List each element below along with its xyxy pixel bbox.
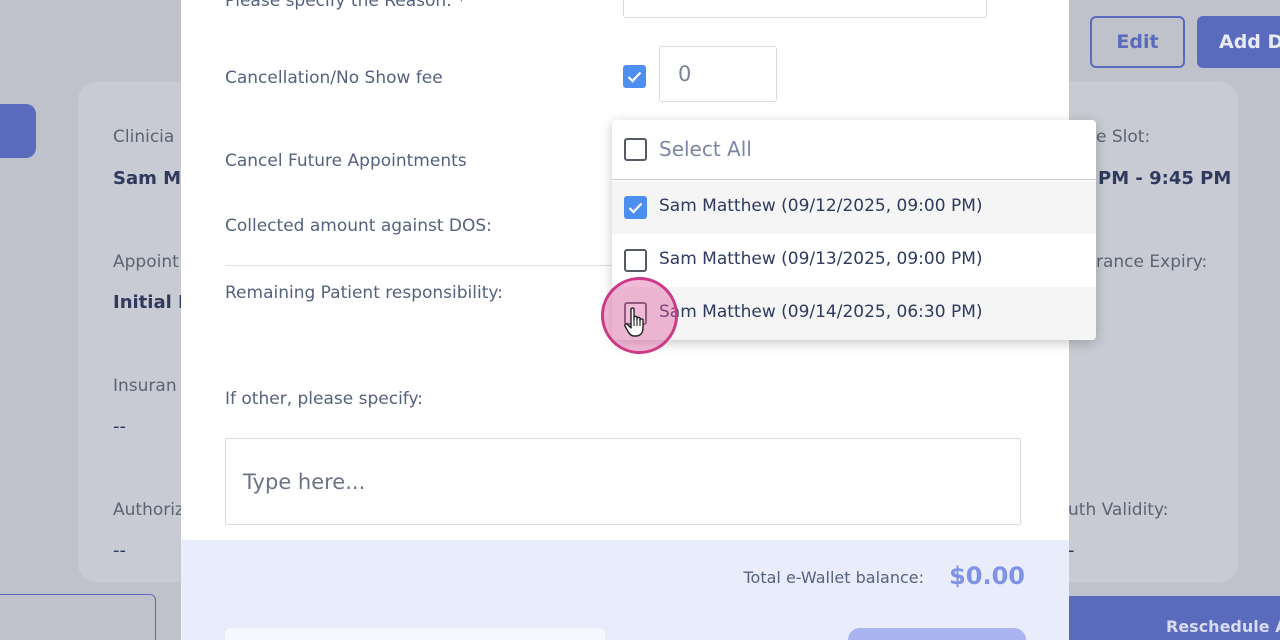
- appointment-label: Sam Matthew (09/12/2025, 09:00 PM): [659, 196, 983, 216]
- reason-input[interactable]: [623, 0, 987, 18]
- wallet-bar: Total e-Wallet balance: $0.00: [181, 540, 1069, 640]
- authorization-label: Authoriz: [113, 500, 184, 520]
- clinician-label: Clinicia: [113, 127, 175, 147]
- appointment-label: Sam Matthew (09/13/2025, 09:00 PM): [659, 249, 983, 269]
- checkmark-icon: [627, 71, 642, 83]
- appointment-option[interactable]: Sam Matthew (09/12/2025, 09:00 PM): [612, 181, 1096, 234]
- appointment-option[interactable]: Sam Matthew (09/13/2025, 09:00 PM): [612, 234, 1096, 287]
- auth-validity-label: uth Validity:: [1068, 500, 1169, 520]
- select-all-checkbox[interactable]: [624, 138, 647, 161]
- fee-amount-input[interactable]: 0: [659, 46, 777, 102]
- appointment-checkbox[interactable]: [624, 249, 647, 272]
- fee-label: Cancellation/No Show fee: [225, 68, 443, 88]
- clinician-value: Sam M: [113, 168, 182, 189]
- required-mark: *: [457, 0, 466, 11]
- divider: [225, 265, 620, 266]
- slot-label: e Slot:: [1096, 127, 1151, 147]
- appointment-label: Appoint: [113, 252, 179, 272]
- other-reason-input[interactable]: Type here...: [225, 438, 1021, 525]
- checkmark-icon: [628, 202, 643, 214]
- side-tab: [0, 104, 36, 158]
- collected-amount-label: Collected amount against DOS:: [225, 216, 492, 236]
- insurance-expiry-label: rance Expiry:: [1096, 252, 1208, 272]
- future-appointments-dropdown: Select All Sam Matthew (09/12/2025, 09:0…: [612, 120, 1096, 340]
- select-all-option[interactable]: Select All: [612, 120, 1096, 180]
- authorization-value: --: [113, 540, 126, 561]
- edit-button[interactable]: Edit: [1090, 16, 1185, 68]
- select-all-label: Select All: [659, 137, 752, 161]
- appointment-checkbox[interactable]: [624, 196, 647, 219]
- cancel-future-label: Cancel Future Appointments: [225, 151, 467, 171]
- hand-pointer-icon: [624, 307, 644, 337]
- insurance-value: --: [113, 416, 126, 437]
- insurance-label: Insuran: [113, 376, 177, 396]
- fee-checkbox[interactable]: [623, 65, 646, 88]
- appointment-option[interactable]: Sam Matthew (09/14/2025, 06:30 PM): [612, 287, 1096, 340]
- secondary-action-button[interactable]: [0, 594, 156, 640]
- appointment-label: Sam Matthew (09/14/2025, 06:30 PM): [659, 302, 983, 322]
- add-button[interactable]: Add D: [1197, 16, 1280, 68]
- reschedule-button[interactable]: Reschedule A: [1068, 596, 1280, 640]
- slot-value: PM - 9:45 PM: [1098, 168, 1232, 189]
- wallet-label: Total e-Wallet balance:: [743, 568, 925, 587]
- submit-button[interactable]: [848, 628, 1026, 640]
- appointment-value: Initial E: [113, 292, 191, 313]
- other-label: If other, please specify:: [225, 389, 424, 409]
- remaining-responsibility-label: Remaining Patient responsibility:: [225, 283, 503, 303]
- wallet-value: $0.00: [949, 562, 1025, 590]
- footer-field[interactable]: [225, 628, 605, 640]
- reason-label: Please specify the Reason: *: [225, 0, 466, 11]
